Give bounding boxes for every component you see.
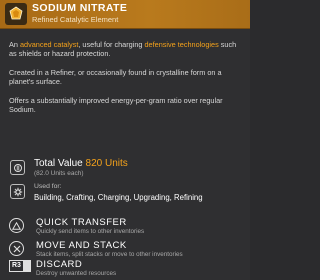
total-value-amount: 820 Units [85,158,128,169]
description-paragraph-1: An advanced catalyst, useful for chargin… [9,40,237,58]
item-description: An advanced catalyst, useful for chargin… [9,40,241,124]
discard-action[interactable]: R3 DISCARD Destroy unwanted resources [9,259,241,279]
total-value-label: Total Value 820 Units [34,158,128,169]
cross-button-icon [9,241,24,256]
triangle-button-icon [9,218,24,233]
move-and-stack-action[interactable]: MOVE AND STACK Stack items, split stacks… [9,240,241,260]
used-for-row: Used for: Building, Crafting, Charging, … [9,183,241,207]
total-value-row: Total Value 820 Units (82.0 Units each) [9,158,241,180]
move-and-stack-desc: Stack items, split stacks or move to oth… [36,251,183,258]
highlight-defensive-technologies: defensive technologies [144,40,219,49]
r3-button-icon: R3 [9,260,31,272]
quick-transfer-title: QUICK TRANSFER [36,217,127,228]
r3-button-label: R3 [10,261,23,271]
description-paragraph-3: Offers a substantially improved energy-p… [9,96,223,114]
move-and-stack-title: MOVE AND STACK [36,240,127,251]
sodium-nitrate-icon [5,3,27,25]
units-currency-icon [10,160,25,175]
item-header: SODIUM NITRATE Refined Catalytic Element [0,0,250,29]
quick-transfer-desc: Quickly send items to other inventories [36,228,145,235]
used-for-list: Building, Crafting, Charging, Upgrading,… [34,193,203,202]
item-subtitle: Refined Catalytic Element [32,15,119,24]
highlight-advanced-catalyst: advanced catalyst [19,40,79,49]
unit-value-each: (82.0 Units each) [34,170,84,177]
discard-desc: Destroy unwanted resources [36,270,117,277]
used-for-label: Used for: [34,183,62,190]
item-tooltip-panel: SODIUM NITRATE Refined Catalytic Element… [0,0,250,280]
quick-transfer-action[interactable]: QUICK TRANSFER Quickly send items to oth… [9,217,241,237]
discard-title: DISCARD [36,259,83,270]
item-title: SODIUM NITRATE [32,2,128,14]
gear-icon [10,184,25,199]
description-paragraph-2: Created in a Refiner, or occasionally fo… [9,68,222,86]
